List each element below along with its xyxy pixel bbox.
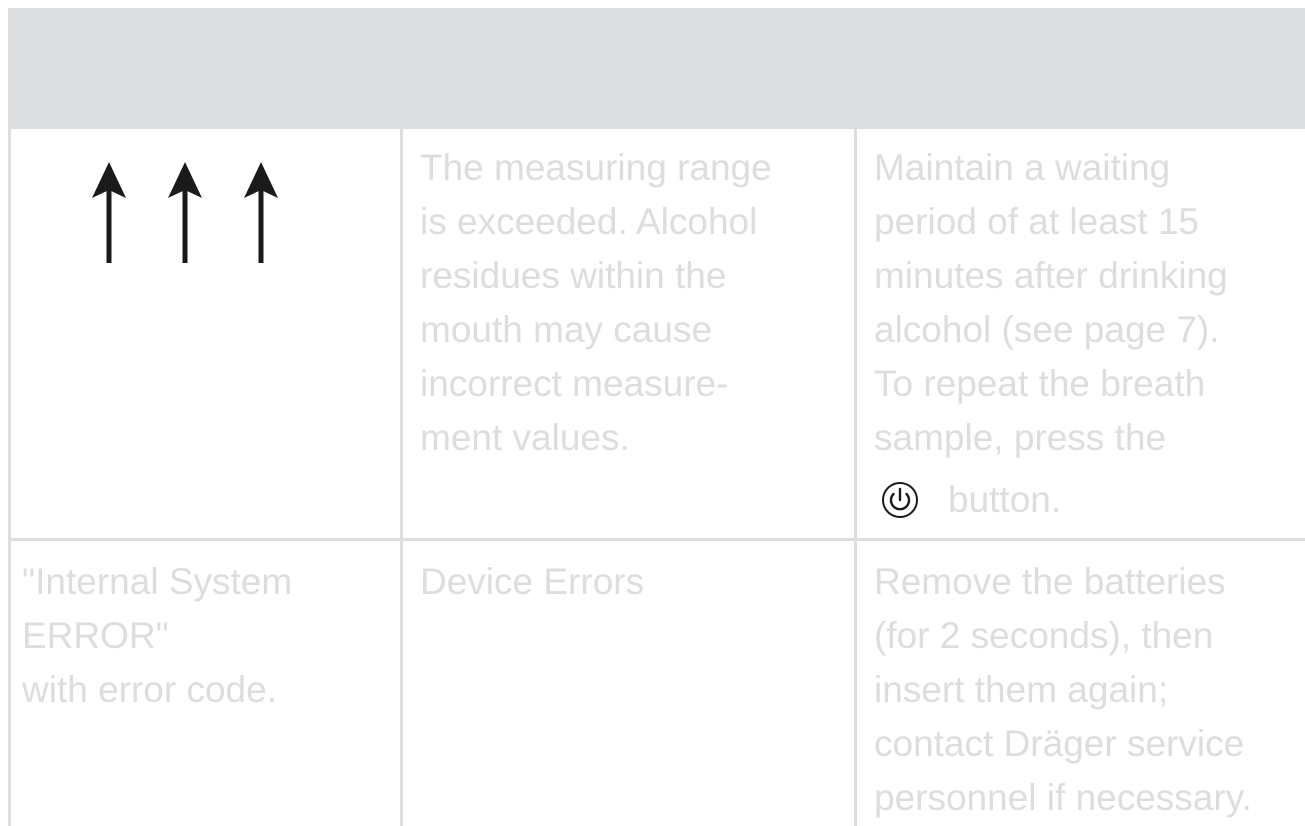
remedy-button-word: button. — [948, 479, 1062, 520]
cause-cell: The measuring range is exceeded. Alcohol… — [420, 147, 772, 458]
column-divider-1 — [400, 126, 403, 826]
column-divider-2 — [854, 126, 857, 826]
power-button-icon — [882, 482, 918, 518]
row-divider-middle — [8, 538, 1305, 541]
column-divider-left-edge — [8, 126, 11, 826]
cause-cell: Device Errors — [420, 561, 645, 602]
row-divider-top — [8, 126, 1305, 129]
remedy-cell: Remove the batteries (for 2 seconds), th… — [874, 561, 1252, 818]
table-header-row — [8, 8, 1305, 126]
remedy-cell: Maintain a waiting period of at least 15… — [874, 147, 1228, 458]
three-up-arrows-icon — [92, 162, 278, 263]
display-cell: "Internal System ERROR" with error code. — [22, 561, 293, 710]
